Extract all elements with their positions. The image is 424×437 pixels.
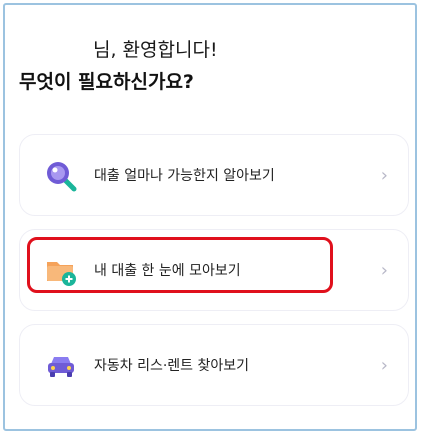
chevron-right-icon: › (380, 355, 388, 376)
folder-plus-icon (47, 262, 76, 286)
my-loans-card[interactable]: 내 대출 한 눈에 모아보기 › (19, 229, 409, 311)
car-lease-card[interactable]: 자동차 리스·렌트 찾아보기 › (19, 324, 409, 406)
chevron-right-icon: › (380, 260, 388, 281)
card-label: 내 대출 한 눈에 모아보기 (94, 263, 241, 279)
chevron-right-icon: › (380, 165, 388, 186)
app-frame: 님, 환영합니다! 무엇이 필요하신가요? 대출 얼마나 가능한지 알아보기 ›… (3, 3, 417, 431)
greeting-text: 님, 환영합니다! (93, 39, 218, 61)
page-title: 무엇이 필요하신가요? (19, 71, 194, 93)
card-label: 대출 얼마나 가능한지 알아보기 (94, 168, 275, 184)
magnifier-icon (47, 162, 77, 192)
car-icon (48, 357, 74, 377)
card-label: 자동차 리스·렌트 찾아보기 (94, 358, 250, 374)
loan-eligibility-card[interactable]: 대출 얼마나 가능한지 알아보기 › (19, 134, 409, 216)
